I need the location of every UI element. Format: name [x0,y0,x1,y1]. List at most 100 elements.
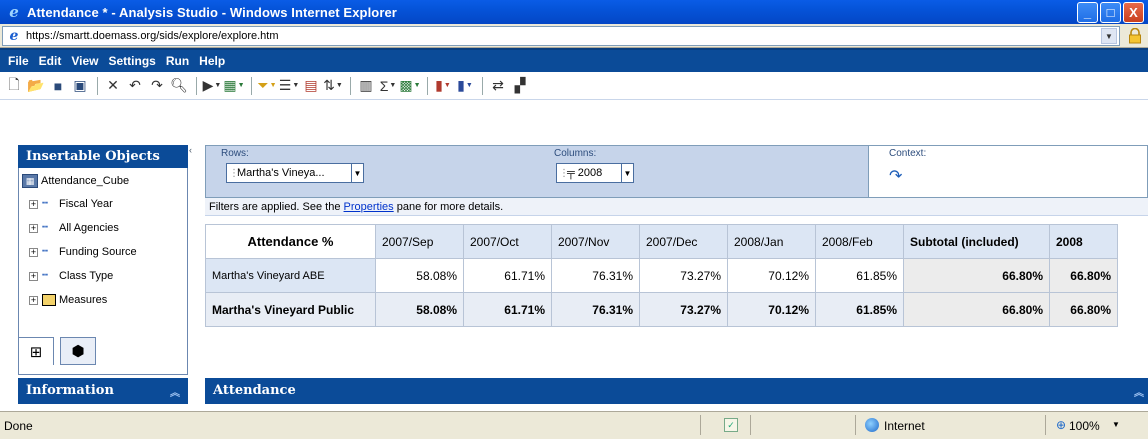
context-dropzone[interactable]: Context: ↷ [868,145,1148,198]
properties-link[interactable]: Properties [344,201,394,213]
tree-item-all-agencies[interactable]: + ┅ All Agencies [22,216,137,240]
column-header[interactable]: 2007/Sep [375,224,464,259]
run-icon[interactable]: ▶ ▼ [202,76,222,96]
suppress-icon[interactable]: ☰ ▼ [279,76,300,96]
column-header[interactable]: 2008/Feb [815,224,904,259]
tree-item-measures[interactable]: + Measures [22,288,137,312]
menu-view[interactable]: View [71,54,98,68]
information-panel-header[interactable]: Information ︽ [18,378,188,404]
menu-bar: File Edit View Settings Run Help [0,48,1148,72]
column-header[interactable]: 2008/Jan [727,224,816,259]
crosstab-header-row: Attendance % 2007/Sep 2007/Oct 2007/Nov … [205,224,1118,259]
layout-icon[interactable]: ▞ [510,76,530,96]
subtotal-cell[interactable]: 66.80% [903,258,1050,293]
window-title-bar: e Attendance * - Analysis Studio - Windo… [0,0,1148,24]
expand-icon[interactable]: + [29,271,38,281]
data-cell[interactable]: 58.08% [375,292,464,327]
column-header[interactable]: 2007/Oct [463,224,552,259]
crosstab-corner[interactable]: Attendance % [205,224,376,259]
row-header[interactable]: Martha's Vineyard Public [205,292,376,327]
zoom-level[interactable]: 100% [1069,419,1100,433]
column-header[interactable]: 2007/Dec [639,224,728,259]
subtotal-header[interactable]: Subtotal (included) [903,224,1050,259]
swap-icon[interactable]: ⇄ [488,76,508,96]
menu-settings[interactable]: Settings [108,54,155,68]
rows-dropdown-icon[interactable]: ▼ [351,164,363,182]
insert-icon[interactable]: ▦ ▼ [223,76,244,96]
address-bar: e https://smartt.doemass.org/sids/explor… [0,24,1148,48]
data-cell[interactable]: 70.12% [727,292,816,327]
columns-dropzone[interactable]: ⋮ ╤ 2008 ▼ [556,163,634,183]
save-as-icon[interactable]: ▣ [70,76,90,96]
address-input[interactable]: e https://smartt.doemass.org/sids/explor… [2,26,1120,46]
lock-icon[interactable] [1128,28,1142,44]
security-zone[interactable]: Internet [884,419,925,433]
zoom-dropdown-icon[interactable]: ▼ [1112,420,1120,429]
data-cell[interactable]: 58.08% [375,258,464,293]
expand-icon[interactable]: + [29,199,38,209]
expand-chevron-icon[interactable]: ︽ [1134,384,1144,399]
close-button[interactable]: X [1123,2,1144,23]
tab-cube-icon[interactable]: ⬢ [60,337,96,365]
data-cell[interactable]: 76.31% [551,292,640,327]
toolbar-separator [350,76,351,95]
sort-icon[interactable]: ⇅ ▼ [323,76,343,96]
undo-icon[interactable]: ↶ [125,76,145,96]
redo-icon[interactable]: ↷ [147,76,167,96]
row-header[interactable]: Martha's Vineyard ABE [205,258,376,293]
columns-dropdown-icon[interactable]: ▼ [621,164,633,182]
menu-edit[interactable]: Edit [39,54,62,68]
zoom-icon[interactable]: ⊕ [1056,418,1066,432]
window-controls: _ □ X [1077,2,1144,23]
collapse-grip-icon[interactable]: ‹ [189,145,195,185]
data-cell[interactable]: 61.71% [463,258,552,293]
total-cell[interactable]: 66.80% [1049,258,1118,293]
rows-dropzone[interactable]: ⋮ Martha's Vineya... ▼ [226,163,364,183]
cut-icon[interactable]: ✕ [103,76,123,96]
data-cell[interactable]: 73.27% [639,292,728,327]
column-header[interactable]: 2007/Nov [551,224,640,259]
expand-chevron-icon[interactable]: ︽ [170,384,180,399]
tree-item-fiscal-year[interactable]: + ┅ Fiscal Year [22,192,137,216]
globe-icon [865,418,879,432]
open-icon[interactable]: 📂 [26,76,46,96]
sum-icon[interactable]: Σ ▼ [378,76,398,96]
panel-tabs: ⊞ ⬢ [18,337,188,367]
new-icon[interactable]: 🗋 [4,76,24,96]
minimize-button[interactable]: _ [1077,2,1098,23]
total-header[interactable]: 2008 [1049,224,1118,259]
table-icon[interactable]: ▩ ▼ [399,76,420,96]
expand-icon[interactable]: + [29,247,38,257]
dimension-icon: ┅ [42,246,49,257]
data-cell[interactable]: 76.31% [551,258,640,293]
columns-value: 2008 [577,167,603,179]
protected-mode-icon[interactable]: ✓ [724,418,738,432]
expand-icon[interactable]: + [29,223,38,233]
data-cell[interactable]: 73.27% [639,258,728,293]
bar-chart-icon[interactable]: ▮ ▼ [433,76,453,96]
column-chart-icon[interactable]: ▮ ▼ [455,76,475,96]
tree-item-cube[interactable]: ▦ Attendance_Cube [22,172,137,190]
expand-icon[interactable]: + [29,295,38,305]
menu-file[interactable]: File [8,54,29,68]
tree-item-funding-source[interactable]: + ┅ Funding Source [22,240,137,264]
calculate-icon[interactable]: ▤ [301,76,321,96]
address-dropdown-icon[interactable]: ▼ [1101,28,1117,44]
data-cell[interactable]: 61.85% [815,258,904,293]
find-icon[interactable]: 🔍︎ [169,76,189,96]
total-cell[interactable]: 66.80% [1049,292,1118,327]
save-icon[interactable]: ■ [48,76,68,96]
maximize-button[interactable]: □ [1100,2,1121,23]
tab-source-tree-icon[interactable]: ⊞ [18,337,54,365]
table-row: Martha's Vineyard Public 58.08% 61.71% 7… [205,292,1118,327]
data-cell[interactable]: 70.12% [727,258,816,293]
attendance-section-header[interactable]: Attendance ︽ [205,378,1148,404]
menu-run[interactable]: Run [166,54,189,68]
menu-help[interactable]: Help [199,54,225,68]
tree-item-class-type[interactable]: + ┅ Class Type [22,264,137,288]
filter-icon[interactable]: ⏷ ▼ [257,76,277,96]
chart-icon[interactable]: ▥ [356,76,376,96]
data-cell[interactable]: 61.85% [815,292,904,327]
data-cell[interactable]: 61.71% [463,292,552,327]
subtotal-cell[interactable]: 66.80% [903,292,1050,327]
